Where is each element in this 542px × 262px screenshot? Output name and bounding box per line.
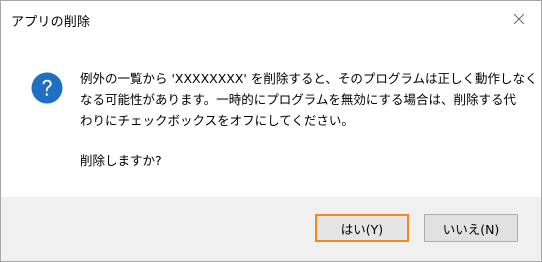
close-icon bbox=[513, 13, 525, 25]
title-bar: アプリの削除 bbox=[1, 1, 541, 38]
message-line: なる可能性があります。一時的にプログラムを無効にする場合は、削除する代 bbox=[80, 92, 517, 107]
dialog-title: アプリの削除 bbox=[11, 15, 91, 30]
message-line: 例外の一覧から 'XXXXXXXX' を削除すると、そのプログラムは正しく動作し… bbox=[80, 71, 538, 86]
confirm-dialog: アプリの削除 例外の一覧から 'XXXXXXXX' を削除すると、そのプログラム… bbox=[0, 0, 542, 262]
dialog-message: 例外の一覧から 'XXXXXXXX' を削除すると、そのプログラムは正しく動作し… bbox=[80, 68, 538, 131]
question-icon bbox=[31, 72, 63, 104]
button-bar: はい(Y) いいえ(N) bbox=[1, 197, 541, 261]
close-button[interactable] bbox=[499, 1, 539, 37]
dialog-content: 例外の一覧から 'XXXXXXXX' を削除すると、そのプログラムは正しく動作し… bbox=[1, 38, 541, 197]
yes-button[interactable]: はい(Y) bbox=[315, 214, 409, 242]
message-line: わりにチェックボックスをオフにしてください。 bbox=[80, 113, 354, 128]
dialog-question: 削除しますか? bbox=[80, 153, 162, 168]
no-button[interactable]: いいえ(N) bbox=[424, 214, 518, 242]
